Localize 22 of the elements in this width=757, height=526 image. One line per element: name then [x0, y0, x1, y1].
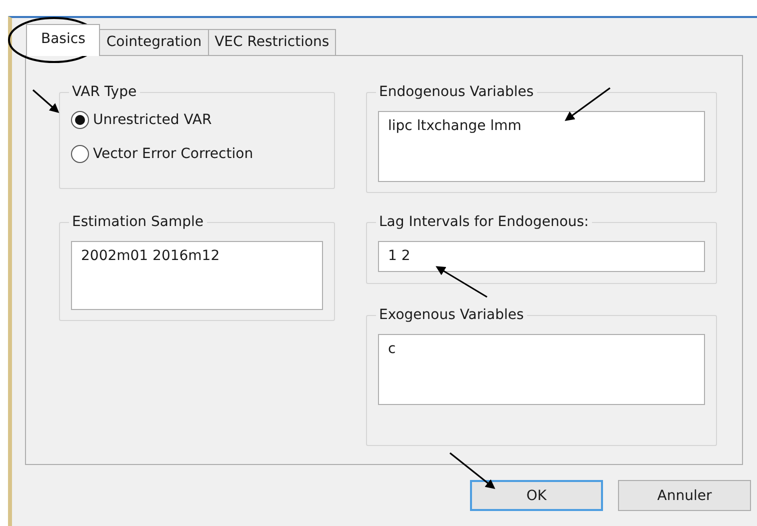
input-field[interactable]: 2002m01 2016m12 — [71, 241, 323, 310]
arrow — [450, 452, 496, 489]
radio-button[interactable] — [71, 145, 89, 163]
radio-button[interactable] — [71, 111, 89, 129]
group-title: VAR Type — [69, 83, 140, 101]
tab[interactable]: Basics — [26, 24, 100, 56]
radio-label: Vector Error Correction — [93, 145, 254, 164]
tab[interactable]: VEC Restrictions — [208, 29, 336, 55]
group-title: Exogenous Variables — [376, 306, 527, 324]
radio-label: Unrestricted VAR — [93, 111, 212, 130]
group-title: Estimation Sample — [69, 213, 206, 231]
arrow — [32, 89, 60, 114]
input-field[interactable]: 1 2 — [378, 241, 705, 272]
group-title: Lag Intervals for Endogenous: — [376, 213, 592, 231]
group-title: Endogenous Variables — [376, 83, 537, 101]
arrow — [564, 87, 610, 121]
input-field[interactable]: lipc ltxchange lmm — [378, 111, 705, 182]
ok-button[interactable]: OK — [470, 480, 603, 511]
input-field[interactable]: c — [378, 334, 705, 405]
cancel-button[interactable]: Annuler — [618, 480, 751, 511]
tab[interactable]: Cointegration — [99, 29, 209, 55]
arrow — [436, 266, 488, 298]
